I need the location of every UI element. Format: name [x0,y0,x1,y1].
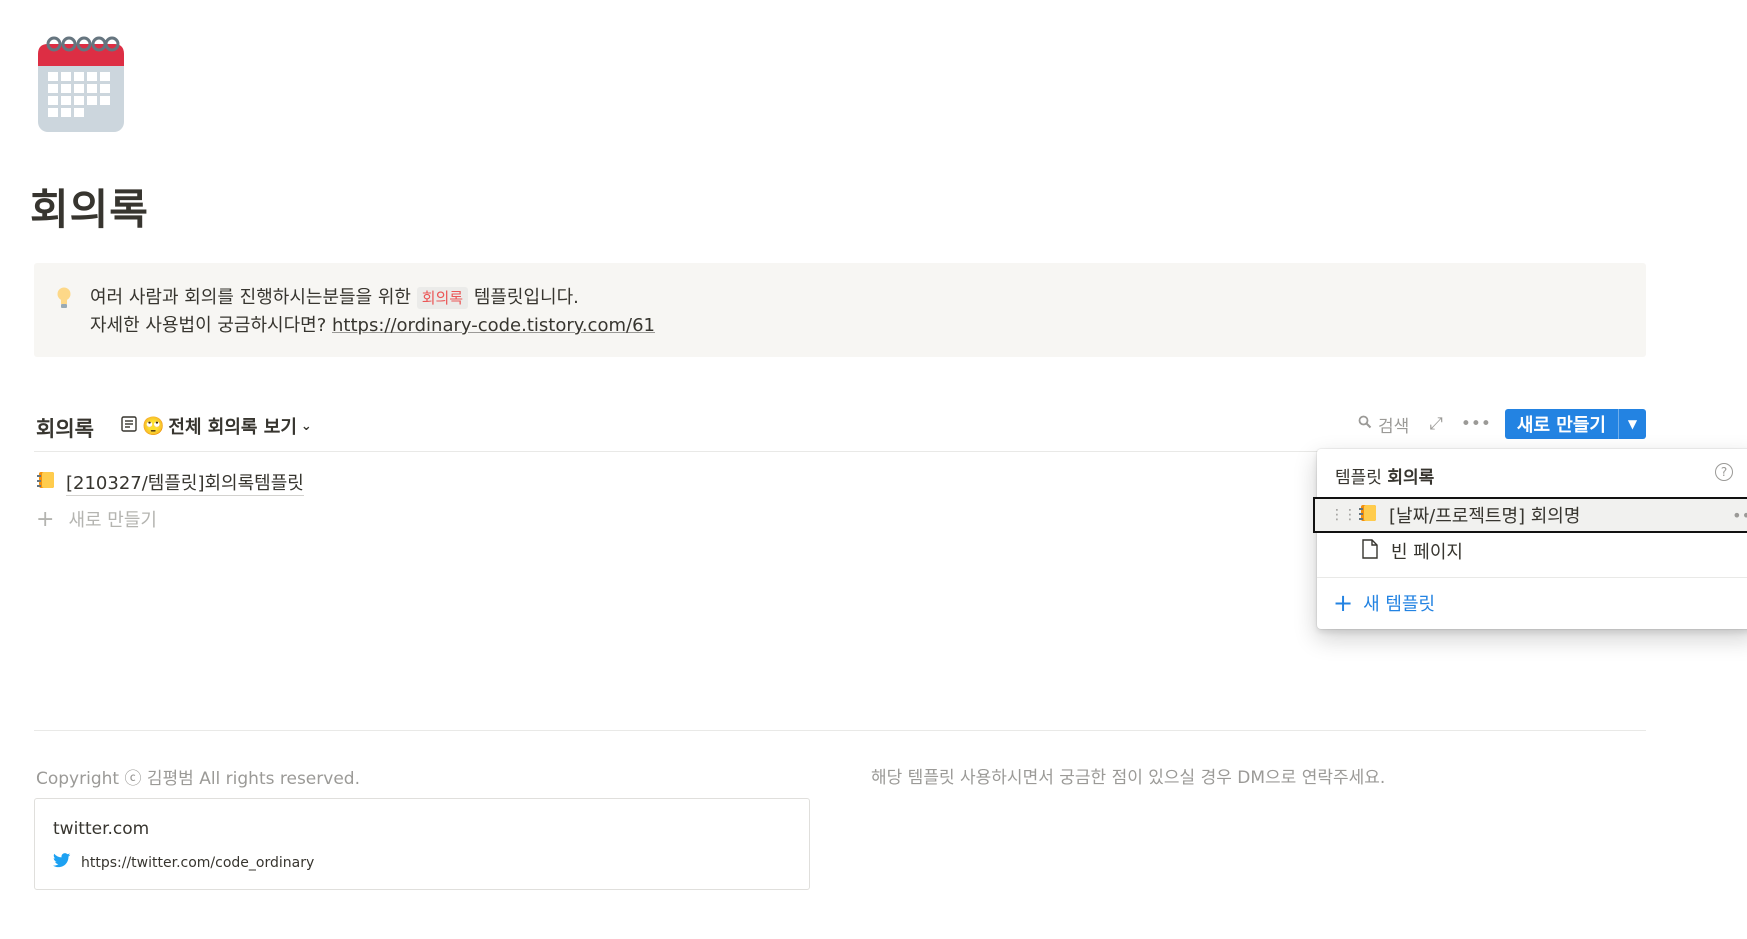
view-emoji: 🙄 [142,415,165,437]
footer-note[interactable]: 해당 템플릿 사용하시면서 궁금한 점이 있으실 경우 DM으로 연락주세요. [871,763,1385,788]
plus-icon: + [1333,589,1354,617]
callout-text[interactable]: 여러 사람과 회의를 진행하시는분들을 위한 회의록 템플릿입니다. 자세한 사… [90,284,655,340]
copyright-text[interactable]: Copyright ⓒ 김평범 All rights reserved. [36,764,360,789]
bookmark-url-text: https://twitter.com/code_ordinary [81,854,315,871]
new-button-group: 새로 만들기 ▼ [1504,409,1646,439]
template-menu-header-prefix: 템플릿 [1335,468,1382,488]
chevron-down-icon: ⌄ [300,418,312,434]
divider [34,730,1646,731]
more-icon[interactable]: •• [1732,506,1747,525]
database-toolbar: 검색 ⤢ ••• 새로 만들기 ▼ [1352,408,1646,440]
callout-text-segment: 템플릿입니다. [468,287,579,308]
database-title[interactable]: 회의록 [36,413,94,443]
template-menu: 템플릿 회의록 ? ⋮⋮ [날짜/프로젝트명] 회의명 •• 빈 페이지 + 새… [1313,449,1747,629]
callout-block: 여러 사람과 회의를 진행하시는분들을 위한 회의록 템플릿입니다. 자세한 사… [34,263,1646,357]
search-button[interactable]: 검색 [1352,412,1415,437]
new-button-dropdown[interactable]: ▼ [1618,409,1646,439]
twitter-icon [53,853,71,872]
menu-divider [1317,577,1747,578]
callout-link[interactable]: https://ordinary-code.tistory.com/61 [332,315,655,336]
page-icon [1359,538,1381,564]
new-button[interactable]: 새로 만들기 [1505,409,1618,439]
notebook-icon [1357,503,1379,528]
view-label: 전체 회의록 보기 [168,417,297,438]
template-menu-header-db: 회의록 [1387,468,1435,488]
more-icon[interactable]: ••• [1457,414,1495,434]
add-row-label: 새로 만들기 [68,510,157,531]
inline-code: 회의록 [416,287,469,309]
page-title[interactable]: 회의록 [30,176,149,237]
list-item-title: [210327/템플릿]회의록템플릿 [66,469,304,496]
drag-handle-icon[interactable]: ⋮⋮ [1329,507,1357,523]
help-icon[interactable]: ? [1715,463,1733,481]
expand-icon[interactable]: ⤢ [1425,414,1447,434]
calendar-icon[interactable] [36,34,126,134]
list-view-icon [120,415,138,438]
plus-icon: + [36,506,55,532]
view-switcher[interactable]: 🙄 전체 회의록 보기 ⌄ [116,412,316,440]
chevron-down-icon: ▼ [1627,417,1638,431]
list-item[interactable]: [210327/템플릿]회의록템플릿 [36,468,304,496]
template-item[interactable]: 빈 페이지 [1317,533,1747,569]
template-item[interactable]: ⋮⋮ [날짜/프로젝트명] 회의명 •• [1313,497,1747,533]
search-icon [1358,414,1372,434]
search-label: 검색 [1377,416,1410,437]
bookmark-title: twitter.com [53,819,150,839]
lightbulb-icon [56,287,72,314]
template-item-label: [날짜/프로젝트명] 회의명 [1389,506,1581,527]
database-header: 회의록 🙄 전체 회의록 보기 ⌄ 검색 ⤢ ••• 새로 만들기 ▼ [34,408,1646,452]
callout-text-segment: 여러 사람과 회의를 진행하시는분들을 위한 [90,287,417,308]
notebook-icon [36,470,56,495]
template-menu-header: 템플릿 회의록 [1335,463,1434,488]
new-template-button[interactable]: + 새 템플릿 [1333,587,1435,619]
template-item-label: 빈 페이지 [1391,542,1463,563]
bookmark-card[interactable]: twitter.com https://twitter.com/code_ord… [34,798,810,890]
add-row-button[interactable]: + 새로 만들기 [36,506,157,532]
new-template-label: 새 템플릿 [1363,594,1436,615]
bookmark-url: https://twitter.com/code_ordinary [53,853,314,872]
callout-text-segment: 자세한 사용법이 궁금하시다면? [90,315,332,336]
